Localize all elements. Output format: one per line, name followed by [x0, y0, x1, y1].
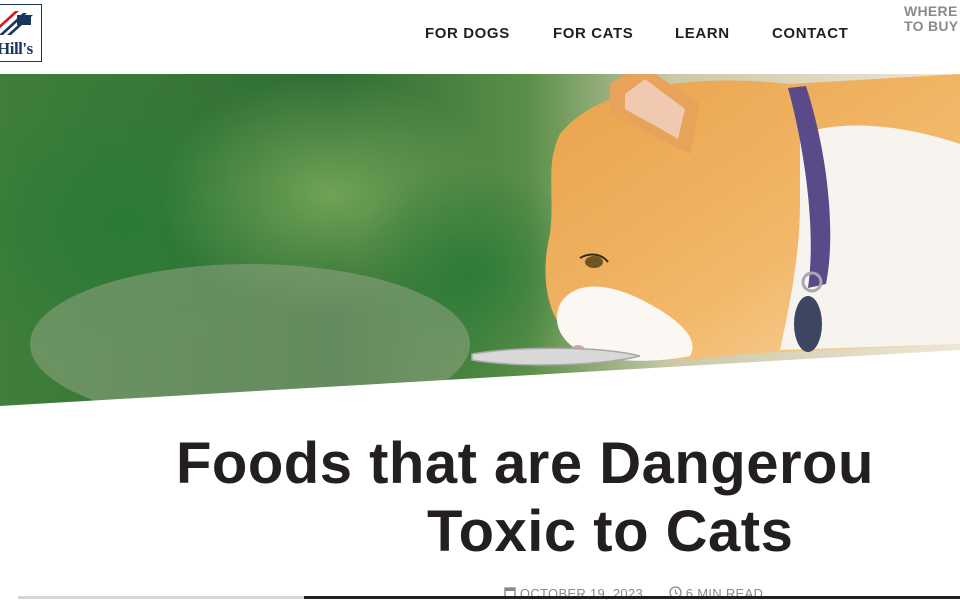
nav-for-cats[interactable]: FOR CATS	[553, 25, 633, 42]
where-to-buy-line2: TO BUY	[904, 18, 959, 34]
site-header: Hill's FOR DOGS FOR CATS LEARN CONTACT W…	[0, 0, 960, 74]
nav-for-dogs[interactable]: FOR DOGS	[425, 25, 510, 42]
nav-contact[interactable]: CONTACT	[772, 25, 848, 42]
logo-mark-icon	[0, 5, 41, 39]
article-title: Foods that are Dangerou Toxic to Cats	[0, 430, 960, 570]
hero-image	[0, 74, 960, 420]
progress-track-dark	[304, 596, 960, 599]
hero-curve-mask	[0, 350, 960, 420]
hills-logo[interactable]: Hill's	[0, 4, 42, 62]
nav-learn[interactable]: LEARN	[675, 25, 730, 42]
where-to-buy-line1: WHERE	[904, 3, 958, 19]
logo-text: Hill's	[0, 39, 33, 58]
where-to-buy-link[interactable]: WHERE TO BUY	[904, 4, 958, 34]
article-title-line1: Foods that are Dangerou	[176, 431, 874, 496]
reading-progress-bar	[0, 596, 960, 600]
article-title-line2: Toxic to Cats	[427, 499, 794, 564]
progress-track-light	[18, 596, 304, 599]
